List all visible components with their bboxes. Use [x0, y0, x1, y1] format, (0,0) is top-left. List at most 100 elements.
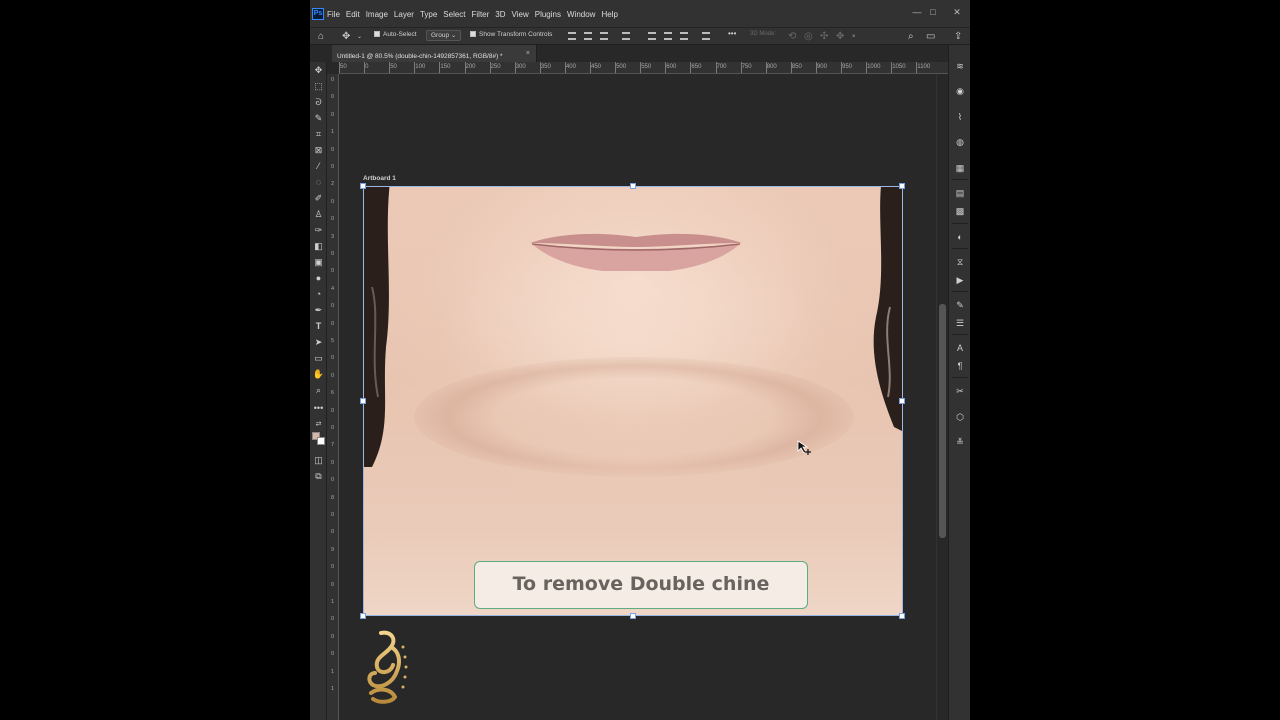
hand-icon[interactable]: ✋: [312, 368, 325, 381]
ruler-vertical[interactable]: 0 0 0 1 0 0 2 0 0 3 0 0 4 0 0 5 0 0 6 0 0 7 0 0 8 0 0 9 0 0 1 0 0 0 1 1: [327, 74, 339, 720]
properties-panel-icon[interactable]: ☰: [954, 317, 966, 329]
quick-mask-icon[interactable]: ◫: [312, 454, 325, 467]
ruler-horizontal[interactable]: 50 0 50 100 150 200 250 300 350 400 450 500 550 600 65…: [339, 62, 948, 74]
menu-item-file[interactable]: File: [327, 10, 340, 19]
menu-item-select[interactable]: Select: [443, 10, 465, 19]
actions-panel-icon[interactable]: ▶: [954, 274, 966, 286]
distribute-icon[interactable]: [622, 32, 630, 40]
crop-icon[interactable]: ⌗: [312, 128, 325, 141]
scrollbar-thumb[interactable]: [939, 304, 946, 538]
patterns-panel-icon[interactable]: ▩: [954, 205, 966, 217]
dodge-icon[interactable]: ◔: [312, 288, 325, 301]
align-right-icon[interactable]: [600, 32, 608, 40]
libraries-panel-icon[interactable]: ≚: [954, 436, 966, 448]
quick-select-icon[interactable]: ✎: [312, 112, 325, 125]
brush-settings-panel-icon[interactable]: ✎: [954, 299, 966, 311]
type-icon[interactable]: T: [312, 320, 325, 333]
swatches-panel-icon[interactable]: ▦: [954, 162, 966, 174]
lasso-icon[interactable]: ᘐ: [312, 96, 325, 109]
home-icon[interactable]: ⌂: [318, 29, 324, 44]
close-button[interactable]: ✕: [950, 6, 964, 18]
transform-handle-bottom-right[interactable]: [899, 613, 905, 619]
swap-colors-icon[interactable]: ⇄: [312, 418, 325, 431]
blur-icon[interactable]: ●: [312, 272, 325, 285]
artboard[interactable]: To remove Double chine: [363, 186, 903, 616]
more-tools-icon[interactable]: •••: [312, 402, 325, 415]
distribute-vertical-icon[interactable]: [702, 32, 710, 40]
menu-item-image[interactable]: Image: [366, 10, 388, 19]
marquee-icon[interactable]: ⬚: [312, 80, 325, 93]
menu-item-help[interactable]: Help: [601, 10, 617, 19]
move-icon[interactable]: ✥: [312, 64, 325, 77]
workspace-icon[interactable]: ▭: [926, 29, 935, 44]
more-options-button[interactable]: •••: [728, 29, 736, 38]
stamp-icon[interactable]: ♙: [312, 208, 325, 221]
minimize-button[interactable]: —: [910, 6, 924, 18]
canvas-area[interactable]: Artboard 1 To remove Double chine: [339, 74, 936, 720]
gradients-panel-icon[interactable]: ▤: [954, 187, 966, 199]
maximize-button[interactable]: □: [926, 6, 940, 18]
history-panel-icon[interactable]: ⧖: [954, 256, 966, 268]
3d-materials-panel-icon[interactable]: ⬡: [954, 411, 966, 423]
transform-handle-bottom-left[interactable]: [360, 613, 366, 619]
align-bottom-icon[interactable]: [680, 32, 688, 40]
ruler-tick-label: 0: [331, 94, 335, 101]
menu-item-window[interactable]: Window: [567, 10, 595, 19]
close-tab-icon[interactable]: ×: [526, 45, 530, 62]
move-tool-preset-icon[interactable]: ✥: [342, 29, 350, 44]
3d-drag-icon[interactable]: ✣: [820, 29, 828, 44]
pen-icon[interactable]: ✒: [312, 304, 325, 317]
channels-panel-icon[interactable]: ◉: [954, 85, 966, 97]
tool-presets-panel-icon[interactable]: ✂: [954, 385, 966, 397]
transform-handle-right[interactable]: [899, 398, 905, 404]
search-icon[interactable]: ⌕: [908, 29, 914, 44]
adjustments-panel-icon[interactable]: ◐: [954, 231, 966, 243]
paragraph-panel-icon[interactable]: ¶: [954, 360, 966, 372]
menu-item-layer[interactable]: Layer: [394, 10, 414, 19]
artboard-label[interactable]: Artboard 1: [363, 175, 396, 182]
chevron-down-icon[interactable]: ⌄: [357, 30, 362, 45]
menu-item-filter[interactable]: Filter: [472, 10, 490, 19]
align-left-icon[interactable]: [568, 32, 576, 40]
3d-slide-icon[interactable]: ✥: [836, 29, 844, 44]
path-select-icon[interactable]: ➤: [312, 336, 325, 349]
eraser-icon[interactable]: ◧: [312, 240, 325, 253]
align-middle-icon[interactable]: [664, 32, 672, 40]
3d-scale-icon[interactable]: ▪: [852, 29, 856, 44]
frame-icon[interactable]: ⊠: [312, 144, 325, 157]
3d-panel-icon[interactable]: ◍: [954, 136, 966, 148]
transform-handle-top[interactable]: [630, 183, 636, 189]
auto-select-checkbox[interactable]: Auto-Select: [374, 31, 417, 38]
align-top-icon[interactable]: [648, 32, 656, 40]
background-color-swatch[interactable]: [317, 437, 325, 445]
rectangle-icon[interactable]: ▭: [312, 352, 325, 365]
zoom-icon[interactable]: ⌕: [312, 384, 325, 397]
menu-item-view[interactable]: View: [512, 10, 529, 19]
menu-item-3d[interactable]: 3D: [495, 10, 505, 19]
history-brush-icon[interactable]: ✑: [312, 224, 325, 237]
layers-panel-icon[interactable]: ≋: [954, 60, 966, 72]
share-icon[interactable]: ⇪: [954, 29, 962, 44]
transform-handle-top-right[interactable]: [899, 183, 905, 189]
paths-panel-icon[interactable]: ⌇: [954, 111, 966, 123]
show-transform-controls-checkbox[interactable]: Show Transform Controls: [470, 31, 552, 38]
transform-handle-top-left[interactable]: [360, 183, 366, 189]
screen-mode-icon[interactable]: ⧉: [312, 470, 325, 483]
eyedropper-icon[interactable]: ⁄: [312, 160, 325, 173]
menu-item-plugins[interactable]: Plugins: [535, 10, 561, 19]
transform-handle-bottom[interactable]: [630, 613, 636, 619]
transform-handle-left[interactable]: [360, 398, 366, 404]
vertical-scrollbar[interactable]: [936, 74, 948, 720]
align-center-icon[interactable]: [584, 32, 592, 40]
3d-roll-icon[interactable]: ◎: [804, 29, 813, 44]
character-panel-icon[interactable]: A: [954, 342, 966, 354]
auto-select-target-select[interactable]: Group ⌄: [426, 30, 462, 41]
menu-item-type[interactable]: Type: [420, 10, 437, 19]
gradient-icon[interactable]: ▣: [312, 256, 325, 269]
menu-item-edit[interactable]: Edit: [346, 10, 360, 19]
3d-orbit-icon[interactable]: ⟲: [788, 29, 796, 44]
document-tab[interactable]: Untitled-1 @ 80.5% (double-chin-14928573…: [332, 45, 537, 62]
brush-icon[interactable]: ✐: [312, 192, 325, 205]
healing-icon[interactable]: ◌: [312, 176, 325, 189]
caption-box[interactable]: To remove Double chine: [474, 561, 808, 609]
